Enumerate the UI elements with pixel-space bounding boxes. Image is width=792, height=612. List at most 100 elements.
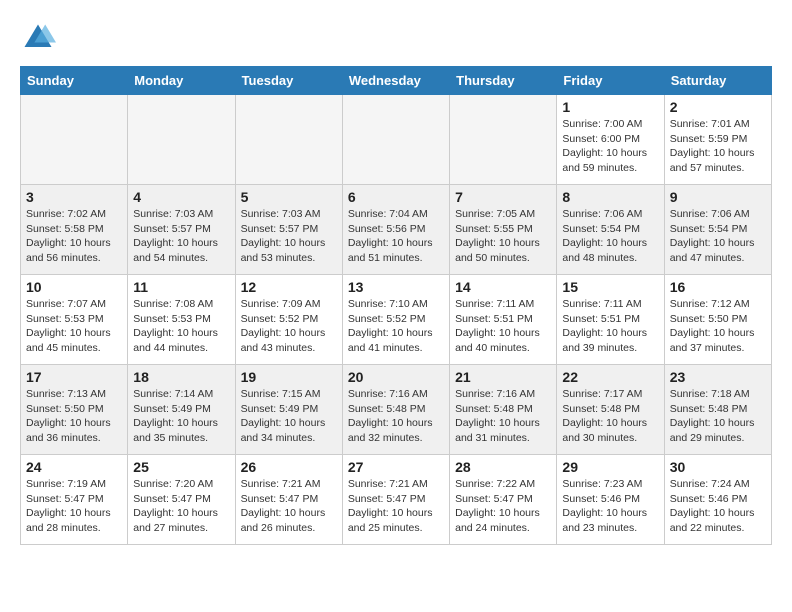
day-info: Sunrise: 7:06 AM Sunset: 5:54 PM Dayligh… bbox=[562, 207, 658, 266]
calendar-day-cell bbox=[450, 95, 557, 185]
day-info: Sunrise: 7:13 AM Sunset: 5:50 PM Dayligh… bbox=[26, 387, 122, 446]
day-number: 12 bbox=[241, 279, 337, 295]
day-number: 26 bbox=[241, 459, 337, 475]
day-number: 13 bbox=[348, 279, 444, 295]
calendar-day-cell: 19 Sunrise: 7:15 AM Sunset: 5:49 PM Dayli… bbox=[235, 365, 342, 455]
day-info: Sunrise: 7:11 AM Sunset: 5:51 PM Dayligh… bbox=[455, 297, 551, 356]
calendar-week-row: 10 Sunrise: 7:07 AM Sunset: 5:53 PM Dayli… bbox=[21, 275, 772, 365]
day-info: Sunrise: 7:08 AM Sunset: 5:53 PM Dayligh… bbox=[133, 297, 229, 356]
day-number: 2 bbox=[670, 99, 766, 115]
day-number: 23 bbox=[670, 369, 766, 385]
weekday-header: Monday bbox=[128, 67, 235, 95]
day-number: 29 bbox=[562, 459, 658, 475]
day-number: 8 bbox=[562, 189, 658, 205]
day-info: Sunrise: 7:09 AM Sunset: 5:52 PM Dayligh… bbox=[241, 297, 337, 356]
day-info: Sunrise: 7:24 AM Sunset: 5:46 PM Dayligh… bbox=[670, 477, 766, 536]
calendar-day-cell: 17 Sunrise: 7:13 AM Sunset: 5:50 PM Dayli… bbox=[21, 365, 128, 455]
day-number: 19 bbox=[241, 369, 337, 385]
weekday-header: Saturday bbox=[664, 67, 771, 95]
calendar-day-cell: 2 Sunrise: 7:01 AM Sunset: 5:59 PM Daylig… bbox=[664, 95, 771, 185]
logo-icon bbox=[20, 20, 56, 56]
day-info: Sunrise: 7:01 AM Sunset: 5:59 PM Dayligh… bbox=[670, 117, 766, 176]
calendar-day-cell bbox=[21, 95, 128, 185]
day-number: 16 bbox=[670, 279, 766, 295]
day-info: Sunrise: 7:16 AM Sunset: 5:48 PM Dayligh… bbox=[348, 387, 444, 446]
header bbox=[20, 20, 772, 56]
day-number: 6 bbox=[348, 189, 444, 205]
day-number: 4 bbox=[133, 189, 229, 205]
day-number: 7 bbox=[455, 189, 551, 205]
calendar-day-cell: 16 Sunrise: 7:12 AM Sunset: 5:50 PM Dayli… bbox=[664, 275, 771, 365]
calendar-day-cell: 7 Sunrise: 7:05 AM Sunset: 5:55 PM Daylig… bbox=[450, 185, 557, 275]
calendar-day-cell: 20 Sunrise: 7:16 AM Sunset: 5:48 PM Dayli… bbox=[342, 365, 449, 455]
calendar-day-cell: 5 Sunrise: 7:03 AM Sunset: 5:57 PM Daylig… bbox=[235, 185, 342, 275]
day-number: 14 bbox=[455, 279, 551, 295]
day-info: Sunrise: 7:18 AM Sunset: 5:48 PM Dayligh… bbox=[670, 387, 766, 446]
calendar-day-cell bbox=[128, 95, 235, 185]
calendar-day-cell: 1Sunrise: 7:00 AM Sunset: 6:00 PM Daylig… bbox=[557, 95, 664, 185]
day-info: Sunrise: 7:14 AM Sunset: 5:49 PM Dayligh… bbox=[133, 387, 229, 446]
calendar-day-cell: 30Sunrise: 7:24 AM Sunset: 5:46 PM Dayli… bbox=[664, 455, 771, 545]
calendar-week-row: 1Sunrise: 7:00 AM Sunset: 6:00 PM Daylig… bbox=[21, 95, 772, 185]
logo bbox=[20, 20, 62, 56]
day-number: 22 bbox=[562, 369, 658, 385]
day-info: Sunrise: 7:21 AM Sunset: 5:47 PM Dayligh… bbox=[241, 477, 337, 536]
day-info: Sunrise: 7:05 AM Sunset: 5:55 PM Dayligh… bbox=[455, 207, 551, 266]
weekday-header: Sunday bbox=[21, 67, 128, 95]
calendar-day-cell: 26 Sunrise: 7:21 AM Sunset: 5:47 PM Dayli… bbox=[235, 455, 342, 545]
calendar-day-cell: 14 Sunrise: 7:11 AM Sunset: 5:51 PM Dayli… bbox=[450, 275, 557, 365]
calendar-day-cell: 18 Sunrise: 7:14 AM Sunset: 5:49 PM Dayli… bbox=[128, 365, 235, 455]
day-number: 24 bbox=[26, 459, 122, 475]
day-info: Sunrise: 7:16 AM Sunset: 5:48 PM Dayligh… bbox=[455, 387, 551, 446]
day-number: 18 bbox=[133, 369, 229, 385]
day-number: 11 bbox=[133, 279, 229, 295]
day-info: Sunrise: 7:17 AM Sunset: 5:48 PM Dayligh… bbox=[562, 387, 658, 446]
calendar-day-cell: 13 Sunrise: 7:10 AM Sunset: 5:52 PM Dayli… bbox=[342, 275, 449, 365]
day-info: Sunrise: 7:03 AM Sunset: 5:57 PM Dayligh… bbox=[241, 207, 337, 266]
day-number: 27 bbox=[348, 459, 444, 475]
day-info: Sunrise: 7:03 AM Sunset: 5:57 PM Dayligh… bbox=[133, 207, 229, 266]
calendar-day-cell: 24Sunrise: 7:19 AM Sunset: 5:47 PM Dayli… bbox=[21, 455, 128, 545]
day-info: Sunrise: 7:02 AM Sunset: 5:58 PM Dayligh… bbox=[26, 207, 122, 266]
calendar-day-cell: 27Sunrise: 7:21 AM Sunset: 5:47 PM Dayli… bbox=[342, 455, 449, 545]
day-number: 28 bbox=[455, 459, 551, 475]
calendar-day-cell: 23 Sunrise: 7:18 AM Sunset: 5:48 PM Dayli… bbox=[664, 365, 771, 455]
calendar-day-cell: 3 Sunrise: 7:02 AM Sunset: 5:58 PM Daylig… bbox=[21, 185, 128, 275]
calendar-day-cell bbox=[342, 95, 449, 185]
calendar-day-cell: 10 Sunrise: 7:07 AM Sunset: 5:53 PM Dayli… bbox=[21, 275, 128, 365]
weekday-header: Wednesday bbox=[342, 67, 449, 95]
day-number: 5 bbox=[241, 189, 337, 205]
calendar-day-cell: 28Sunrise: 7:22 AM Sunset: 5:47 PM Dayli… bbox=[450, 455, 557, 545]
weekday-header: Thursday bbox=[450, 67, 557, 95]
calendar-day-cell: 21 Sunrise: 7:16 AM Sunset: 5:48 PM Dayli… bbox=[450, 365, 557, 455]
calendar-day-cell: 15Sunrise: 7:11 AM Sunset: 5:51 PM Dayli… bbox=[557, 275, 664, 365]
calendar-week-row: 3 Sunrise: 7:02 AM Sunset: 5:58 PM Daylig… bbox=[21, 185, 772, 275]
day-info: Sunrise: 7:00 AM Sunset: 6:00 PM Dayligh… bbox=[562, 117, 658, 176]
calendar-day-cell: 6 Sunrise: 7:04 AM Sunset: 5:56 PM Daylig… bbox=[342, 185, 449, 275]
day-info: Sunrise: 7:12 AM Sunset: 5:50 PM Dayligh… bbox=[670, 297, 766, 356]
day-number: 17 bbox=[26, 369, 122, 385]
calendar-day-cell: 8 Sunrise: 7:06 AM Sunset: 5:54 PM Daylig… bbox=[557, 185, 664, 275]
calendar-header-row: SundayMondayTuesdayWednesdayThursdayFrid… bbox=[21, 67, 772, 95]
weekday-header: Friday bbox=[557, 67, 664, 95]
day-number: 10 bbox=[26, 279, 122, 295]
day-info: Sunrise: 7:15 AM Sunset: 5:49 PM Dayligh… bbox=[241, 387, 337, 446]
calendar-day-cell: 22 Sunrise: 7:17 AM Sunset: 5:48 PM Dayli… bbox=[557, 365, 664, 455]
calendar-day-cell: 9Sunrise: 7:06 AM Sunset: 5:54 PM Daylig… bbox=[664, 185, 771, 275]
day-info: Sunrise: 7:20 AM Sunset: 5:47 PM Dayligh… bbox=[133, 477, 229, 536]
calendar-day-cell: 29 Sunrise: 7:23 AM Sunset: 5:46 PM Dayli… bbox=[557, 455, 664, 545]
day-number: 25 bbox=[133, 459, 229, 475]
calendar-week-row: 17 Sunrise: 7:13 AM Sunset: 5:50 PM Dayli… bbox=[21, 365, 772, 455]
day-info: Sunrise: 7:10 AM Sunset: 5:52 PM Dayligh… bbox=[348, 297, 444, 356]
day-number: 20 bbox=[348, 369, 444, 385]
day-info: Sunrise: 7:04 AM Sunset: 5:56 PM Dayligh… bbox=[348, 207, 444, 266]
calendar: SundayMondayTuesdayWednesdayThursdayFrid… bbox=[20, 66, 772, 545]
calendar-day-cell: 25 Sunrise: 7:20 AM Sunset: 5:47 PM Dayli… bbox=[128, 455, 235, 545]
day-info: Sunrise: 7:06 AM Sunset: 5:54 PM Dayligh… bbox=[670, 207, 766, 266]
day-number: 21 bbox=[455, 369, 551, 385]
calendar-week-row: 24Sunrise: 7:19 AM Sunset: 5:47 PM Dayli… bbox=[21, 455, 772, 545]
calendar-day-cell: 12 Sunrise: 7:09 AM Sunset: 5:52 PM Dayli… bbox=[235, 275, 342, 365]
day-info: Sunrise: 7:23 AM Sunset: 5:46 PM Dayligh… bbox=[562, 477, 658, 536]
day-info: Sunrise: 7:07 AM Sunset: 5:53 PM Dayligh… bbox=[26, 297, 122, 356]
day-number: 3 bbox=[26, 189, 122, 205]
